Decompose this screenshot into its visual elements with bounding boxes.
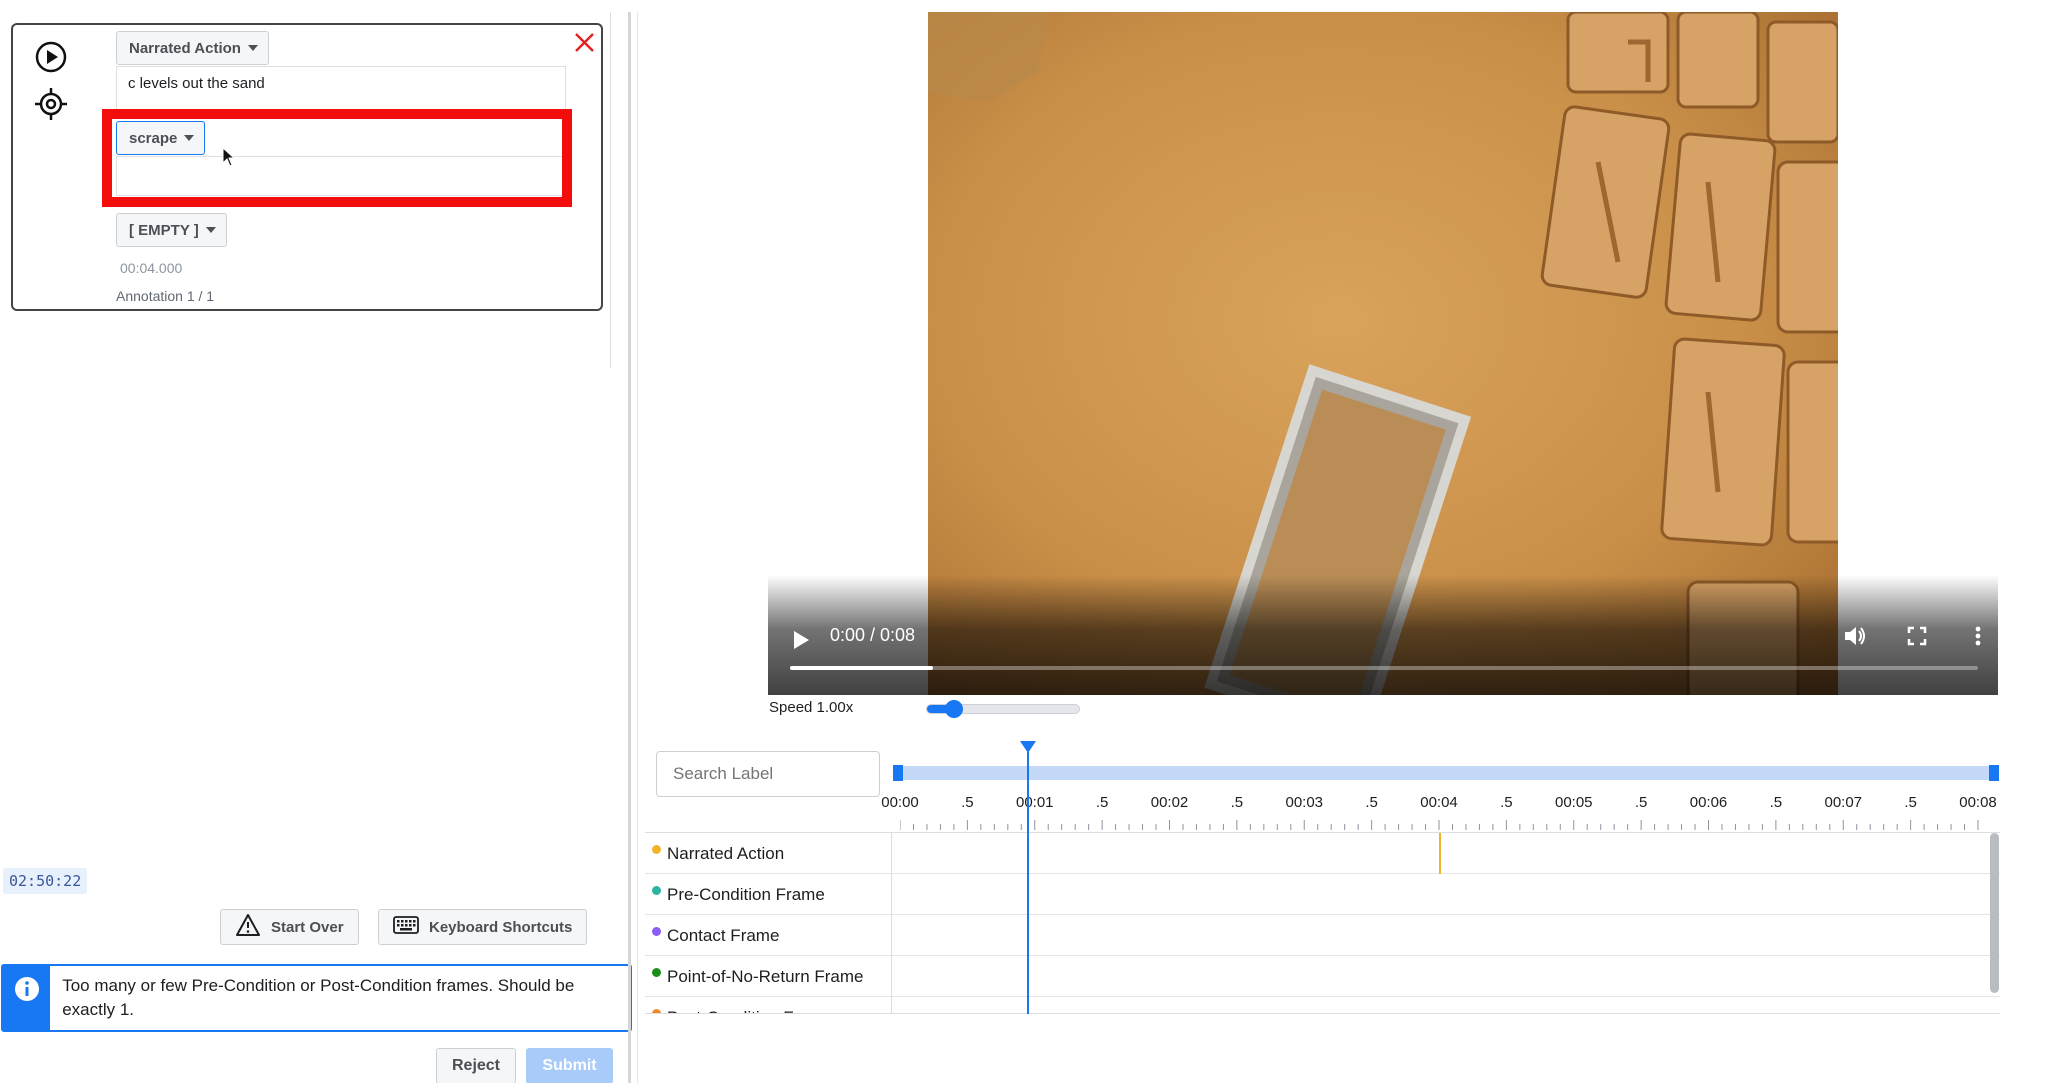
fullscreen-icon[interactable] — [1903, 622, 1931, 650]
track-row[interactable]: Contact Frame — [645, 915, 2000, 956]
annotation-marker[interactable] — [1439, 833, 1441, 874]
timeline-tracks: Post-Condition Frame Point-of-No-Return F… — [645, 832, 2000, 1014]
narration-text-field[interactable]: c levels out the sand — [116, 66, 566, 110]
track-name: Point-of-No-Return Frame — [667, 966, 864, 986]
keyboard-shortcuts-button[interactable]: Keyboard Shortcuts — [378, 909, 588, 945]
narration-text: c levels out the sand — [128, 75, 265, 92]
annotation-type-label: Narrated Action — [129, 39, 241, 57]
start-over-label: Start Over — [271, 918, 344, 936]
track-color-dot — [652, 927, 661, 936]
track-name: Post-Condition Frame — [667, 1008, 832, 1014]
timeline-ruler: 00:00.5 00:01.5 00:02.5 00:03.5 00:04.5 00:05… — [881, 786, 2000, 834]
track-row[interactable]: Narrated Action — [645, 833, 2000, 874]
alert-message: Too many or few Pre-Condition or Post-Co… — [62, 976, 575, 1019]
close-icon[interactable] — [569, 27, 599, 57]
play-icon[interactable] — [792, 630, 810, 655]
track-name: Contact Frame — [667, 925, 780, 945]
keyboard-icon — [393, 916, 419, 938]
range-end-handle[interactable] — [1989, 765, 1999, 781]
track-label: Post-Condition Frame — [645, 997, 892, 1014]
range-start-handle[interactable] — [893, 765, 903, 781]
video-controls — [768, 575, 1998, 695]
speed-slider-knob[interactable] — [945, 700, 964, 718]
video-player[interactable]: 0:00 / 0:08 — [768, 12, 1998, 695]
track-row[interactable]: Pre-Condition Frame — [645, 874, 2000, 915]
chevron-down-icon — [247, 45, 258, 51]
search-label-input[interactable] — [656, 751, 880, 797]
panel-splitter[interactable] — [610, 12, 611, 368]
video-progress-bar[interactable] — [790, 666, 1978, 670]
annotation-counter: Annotation 1 / 1 — [116, 288, 215, 304]
timeline-range-bar[interactable] — [893, 765, 1999, 781]
playhead-line — [1027, 752, 1029, 1014]
track-row[interactable]: Post-Condition Frame — [645, 997, 2000, 1014]
track-color-dot — [652, 845, 661, 854]
submit-button[interactable]: Submit — [526, 1048, 613, 1083]
track-label: Contact Frame — [645, 915, 892, 956]
more-options-icon[interactable] — [1964, 622, 1992, 650]
track-row[interactable]: Point-of-No-Return Frame — [645, 956, 2000, 997]
video-progress-fill — [790, 666, 933, 670]
start-over-button[interactable]: Start Over — [220, 909, 359, 945]
reject-button[interactable]: Reject — [436, 1048, 516, 1083]
main-divider[interactable] — [628, 12, 631, 1083]
noun-label: [ EMPTY ] — [129, 221, 199, 239]
tick-marks — [900, 820, 1979, 830]
track-color-dot — [652, 968, 661, 977]
keyboard-shortcuts-label: Keyboard Shortcuts — [429, 918, 573, 936]
speed-label: Speed 1.00x — [769, 699, 854, 716]
crosshair-icon[interactable] — [33, 86, 69, 122]
validation-alert: Too many or few Pre-Condition or Post-Co… — [1, 964, 632, 1032]
info-icon — [3, 966, 51, 1030]
noun-dropdown[interactable]: [ EMPTY ] — [116, 213, 227, 247]
session-timer: 02:50:22 — [3, 868, 88, 894]
track-label: Narrated Action — [645, 833, 892, 874]
annotation-type-dropdown[interactable]: Narrated Action — [116, 31, 269, 65]
track-label: Point-of-No-Return Frame — [645, 956, 892, 997]
tracks-scrollbar[interactable] — [1990, 833, 1999, 993]
track-color-dot — [652, 886, 661, 895]
highlight-box — [102, 109, 572, 207]
track-name: Pre-Condition Frame — [667, 884, 825, 904]
annotation-timestamp: 00:04.000 — [120, 260, 183, 276]
video-time: 0:00 / 0:08 — [830, 625, 916, 645]
divider-line — [637, 12, 638, 1083]
warning-icon — [235, 913, 261, 941]
track-label: Pre-Condition Frame — [645, 874, 892, 915]
track-name: Narrated Action — [667, 843, 785, 863]
volume-icon[interactable] — [1841, 622, 1869, 650]
track-color-dot — [652, 1009, 661, 1013]
play-circle-icon[interactable] — [33, 39, 69, 75]
annotation-panel: Narrated Action c levels out the sand sc… — [0, 0, 638, 1083]
mouse-cursor-icon — [222, 146, 236, 172]
speed-slider[interactable] — [926, 700, 1080, 718]
chevron-down-icon — [205, 227, 216, 233]
